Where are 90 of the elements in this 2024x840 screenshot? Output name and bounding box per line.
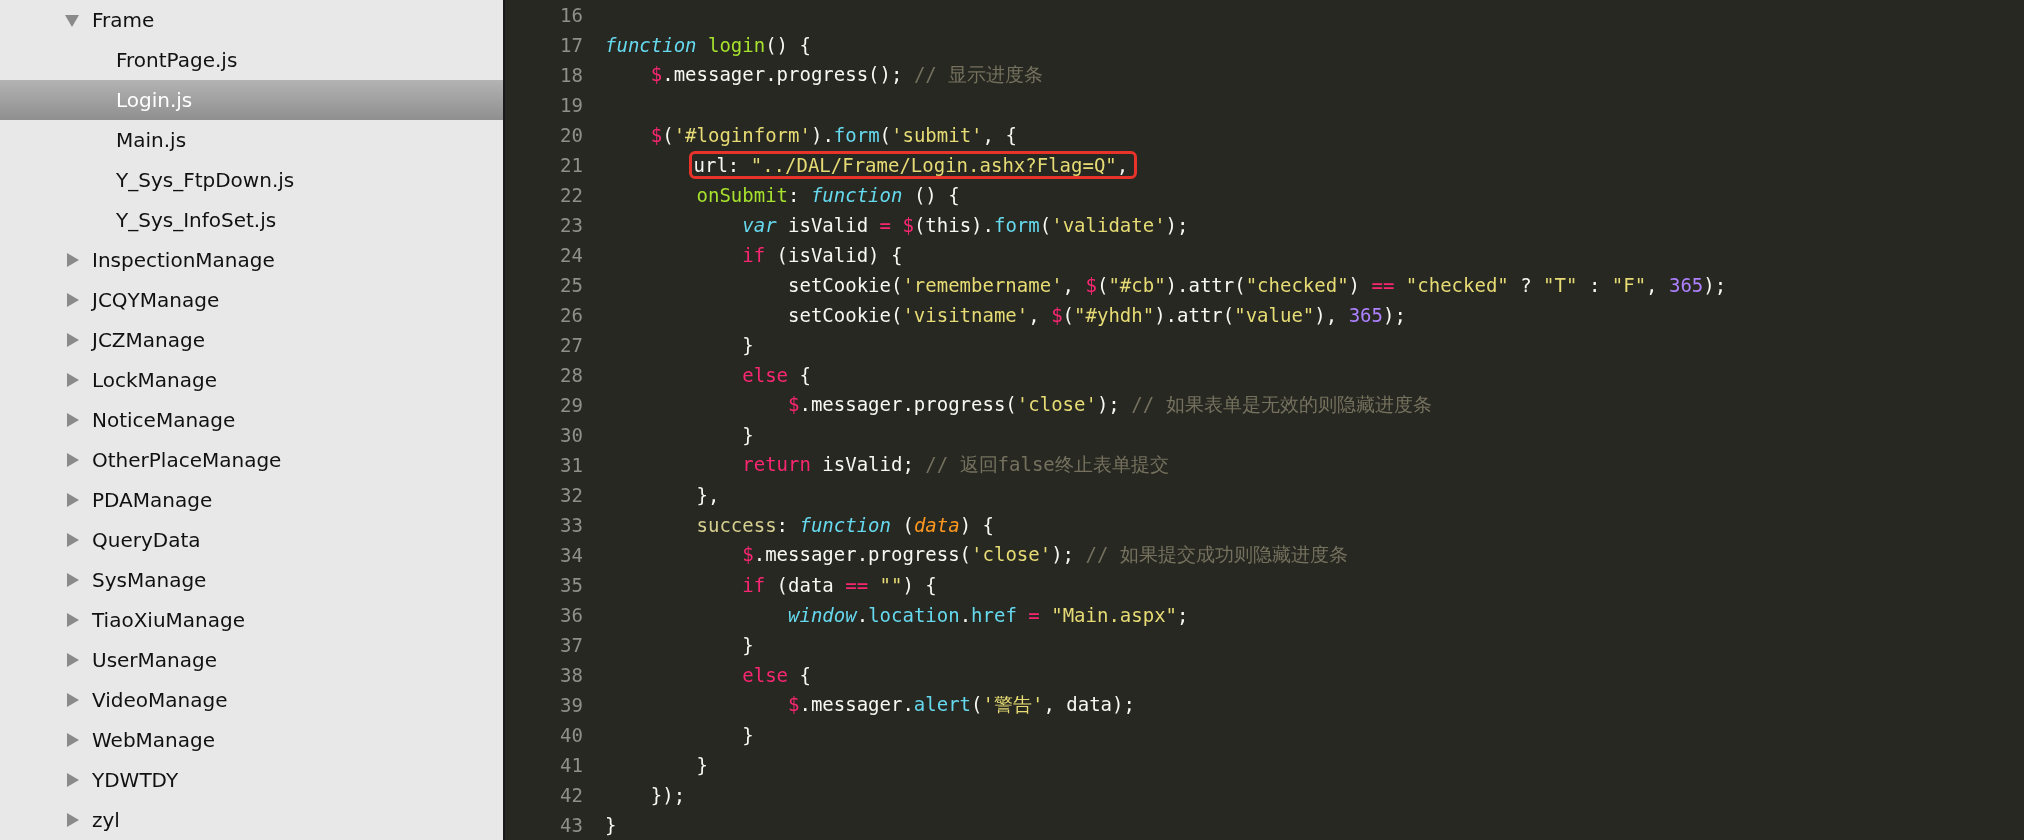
line-number: 25 — [559, 274, 583, 296]
code-line: onSubmit: function () { — [695, 184, 960, 206]
line-number: 35 — [559, 574, 583, 596]
file-item[interactable]: FrontPage.js — [0, 40, 503, 80]
code-line: if (isValid) { — [741, 244, 903, 266]
right-triangle-icon[interactable] — [64, 332, 80, 348]
right-triangle-icon[interactable] — [64, 652, 80, 668]
right-triangle-icon[interactable] — [64, 812, 80, 828]
right-triangle-icon[interactable] — [64, 292, 80, 308]
code-line: setCookie('visitname', $("#yhdh").attr("value"), 365); — [787, 304, 1406, 326]
folder-label[interactable]: TiaoXiuManage — [92, 608, 246, 632]
code-line: return isValid; // 返回false终止表单提交 — [741, 452, 1169, 477]
code-line: else { — [741, 664, 811, 686]
code-line: else { — [741, 364, 811, 386]
folder-label[interactable]: UserManage — [92, 648, 218, 672]
folder-label[interactable]: WebManage — [92, 728, 216, 752]
line-number: 16 — [559, 4, 583, 26]
file-item[interactable]: Main.js — [0, 120, 503, 160]
code-line: $('#loginform').form('submit', { — [649, 124, 1017, 146]
right-triangle-icon[interactable] — [64, 492, 80, 508]
right-triangle-icon[interactable] — [64, 372, 80, 388]
line-number: 39 — [559, 694, 583, 716]
line-number: 20 — [559, 124, 583, 146]
code-line: $.messager.alert('警告', data); — [787, 692, 1135, 717]
folder-label[interactable]: Frame — [92, 8, 155, 32]
folder-label[interactable]: JCZManage — [92, 328, 205, 352]
code-line: function login() { — [605, 34, 811, 56]
folder-label[interactable]: VideoManage — [92, 688, 228, 712]
line-number: 31 — [559, 454, 583, 476]
code-line: if (data == "") { — [741, 574, 937, 596]
line-number: 19 — [559, 94, 583, 116]
folder-label[interactable]: InspectionManage — [92, 248, 275, 272]
file-item[interactable]: Y_Sys_InfoSet.js — [0, 200, 503, 240]
code-line: } — [605, 814, 617, 836]
line-number: 22 — [559, 184, 583, 206]
highlighted-code: url: "../DAL/Frame/Login.ashx?Flag=Q", — [688, 151, 1138, 179]
line-number: 26 — [559, 304, 583, 326]
right-triangle-icon[interactable] — [64, 252, 80, 268]
code-line: var isValid = $(this).form('validate'); — [741, 214, 1189, 236]
code-line: window.location.href = "Main.aspx"; — [787, 604, 1189, 626]
folder-label[interactable]: JCQYManage — [92, 288, 220, 312]
right-triangle-icon[interactable] — [64, 772, 80, 788]
right-triangle-icon[interactable] — [64, 572, 80, 588]
code-line: setCookie('remembername', $("#cb").attr("checked") == "checked" ? "T" : "F", 365); — [787, 274, 1727, 296]
line-number: 29 — [559, 394, 583, 416]
right-triangle-icon[interactable] — [64, 612, 80, 628]
line-number: 43 — [559, 814, 583, 836]
line-number: 36 — [559, 604, 583, 626]
folder-label[interactable]: SysManage — [92, 568, 207, 592]
code-line: }, — [695, 484, 720, 506]
code-line: } — [695, 754, 708, 776]
line-number: 21 — [559, 154, 583, 176]
line-number: 32 — [559, 484, 583, 506]
code-line: } — [741, 724, 754, 746]
code-line: $.messager.progress(); // 显示进度条 — [649, 62, 1044, 87]
code-line: $.messager.progress('close'); // 如果表单是无效的则隐藏进度条 — [787, 392, 1432, 417]
line-number: 18 — [559, 64, 583, 86]
right-triangle-icon[interactable] — [64, 412, 80, 428]
code-line: success: function (data) { — [695, 514, 994, 536]
line-number: 34 — [559, 544, 583, 566]
line-number: 17 — [559, 34, 583, 56]
line-number: 42 — [559, 784, 583, 806]
line-number: 41 — [559, 754, 583, 776]
line-number: 38 — [559, 664, 583, 686]
code-line: }); — [649, 784, 686, 806]
folder-label[interactable]: OtherPlaceManage — [92, 448, 282, 472]
folder-label[interactable]: NoticeManage — [92, 408, 236, 432]
code-line: $.messager.progress('close'); // 如果提交成功则隐藏进度条 — [741, 542, 1348, 567]
folder-label[interactable]: QueryData — [92, 528, 201, 552]
folder-label[interactable]: zyl — [92, 808, 120, 832]
file-item[interactable]: Y_Sys_FtpDown.js — [0, 160, 503, 200]
code-line: } — [741, 424, 754, 446]
code-line: } — [741, 634, 754, 656]
down-triangle-icon[interactable] — [64, 12, 80, 28]
line-number: 24 — [559, 244, 583, 266]
code-line: } — [741, 334, 754, 356]
right-triangle-icon[interactable] — [64, 532, 80, 548]
right-triangle-icon[interactable] — [64, 452, 80, 468]
folder-label[interactable]: PDAManage — [92, 488, 213, 512]
line-number: 33 — [559, 514, 583, 536]
line-number: 28 — [559, 364, 583, 386]
line-number: 23 — [559, 214, 583, 236]
right-triangle-icon[interactable] — [64, 732, 80, 748]
line-number: 27 — [559, 334, 583, 356]
folder-label[interactable]: YDWTDY — [92, 768, 179, 792]
line-number: 37 — [559, 634, 583, 656]
line-number: 40 — [559, 724, 583, 746]
line-number: 30 — [559, 424, 583, 446]
right-triangle-icon[interactable] — [64, 692, 80, 708]
folder-label[interactable]: LockManage — [92, 368, 218, 392]
